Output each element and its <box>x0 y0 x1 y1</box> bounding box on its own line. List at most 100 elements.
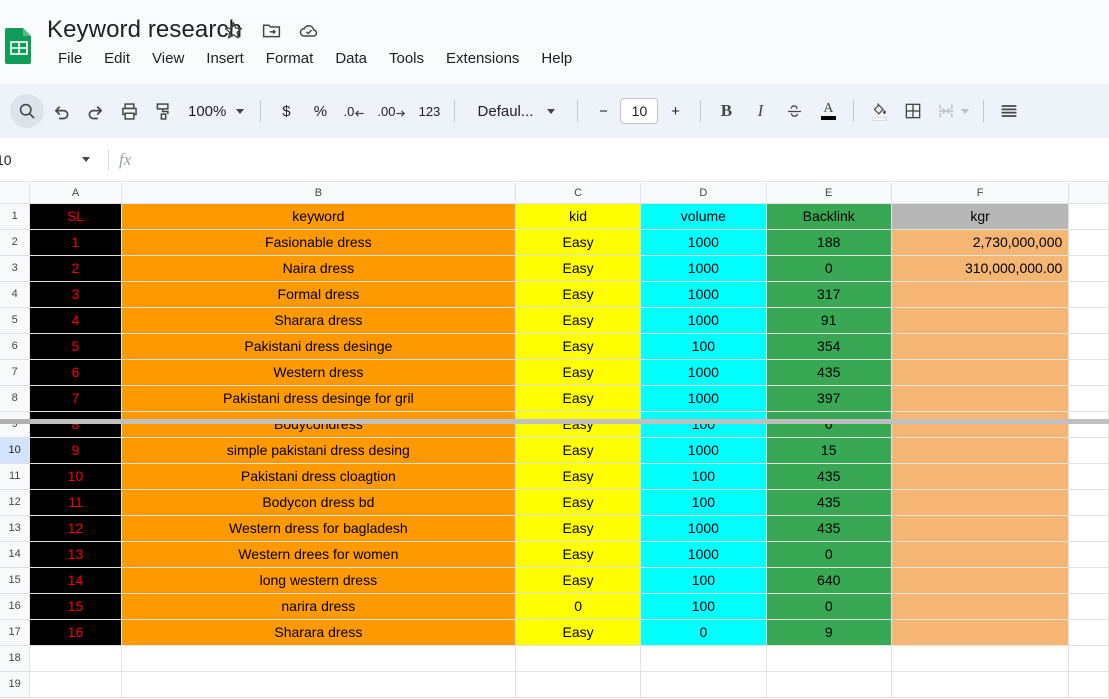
row-header-2[interactable]: 2 <box>0 228 31 256</box>
header-cell-backlink[interactable]: Backlink <box>765 202 892 230</box>
cell-g[interactable] <box>1068 280 1109 308</box>
cell-empty[interactable] <box>640 644 767 672</box>
cell-sl[interactable]: 13 <box>29 540 122 568</box>
cloud-saved-icon[interactable] <box>298 19 320 41</box>
cell-sl[interactable]: 9 <box>29 436 122 464</box>
cell-backlink[interactable]: 354 <box>765 332 892 360</box>
cell-kgr[interactable] <box>890 436 1070 464</box>
header-cell-keyword[interactable]: keyword <box>120 202 517 230</box>
cell-volume[interactable]: 100 <box>640 410 767 438</box>
cell-volume[interactable]: 1000 <box>640 384 767 412</box>
cell-kid[interactable]: Easy <box>514 410 642 438</box>
row-header-13[interactable]: 13 <box>0 514 31 542</box>
search-icon[interactable] <box>10 94 44 128</box>
cell-g[interactable] <box>1068 358 1109 386</box>
cell-volume[interactable]: 1000 <box>640 436 767 464</box>
cell-g[interactable] <box>1068 254 1109 282</box>
cell-empty[interactable] <box>890 644 1070 672</box>
cell-keyword[interactable]: Pakistani dress cloagtion <box>120 462 517 490</box>
row-header-1[interactable]: 1 <box>0 202 31 230</box>
cell-sl[interactable]: 14 <box>29 566 122 594</box>
row-header-17[interactable]: 17 <box>0 618 31 646</box>
cell-volume[interactable]: 1000 <box>640 254 767 282</box>
header-cell-kid[interactable]: kid <box>514 202 642 230</box>
spreadsheet-grid[interactable]: A B C D E F 1 SL keyword kid volume Backlink k… <box>0 183 1109 699</box>
cell-keyword[interactable]: Pakistani dress desinge for gril <box>120 384 517 412</box>
cell-keyword[interactable]: Western dress <box>120 358 517 386</box>
star-icon[interactable] <box>222 19 244 41</box>
cell-g[interactable] <box>1068 228 1109 256</box>
cell-kid[interactable]: Easy <box>514 358 642 386</box>
column-header-d[interactable]: D <box>640 183 767 204</box>
cell-volume[interactable]: 100 <box>640 488 767 516</box>
cell-sl[interactable]: 10 <box>29 462 122 490</box>
menu-edit[interactable]: Edit <box>93 47 141 70</box>
italic-button[interactable]: I <box>743 94 777 128</box>
cell-g[interactable] <box>1068 462 1109 490</box>
cell-kid[interactable]: Easy <box>514 254 642 282</box>
cell-sl[interactable]: 3 <box>29 280 122 308</box>
cell-kgr[interactable] <box>890 384 1070 412</box>
cell-backlink[interactable]: 0 <box>765 410 892 438</box>
cell-kgr[interactable] <box>890 306 1070 334</box>
cell-kid[interactable]: Easy <box>514 488 642 516</box>
print-icon[interactable] <box>112 94 146 128</box>
menu-help[interactable]: Help <box>530 47 583 70</box>
cell-sl[interactable]: 8 <box>29 410 122 438</box>
row-header-18[interactable]: 18 <box>0 644 31 672</box>
formula-input[interactable] <box>131 138 1109 182</box>
freeze-handle[interactable] <box>0 419 30 424</box>
horizontal-align-icon[interactable] <box>992 94 1026 128</box>
cell-kgr[interactable] <box>890 592 1070 620</box>
header-cell-volume[interactable]: volume <box>640 202 767 230</box>
menu-view[interactable]: View <box>141 47 195 70</box>
cell-kid[interactable]: Easy <box>514 280 642 308</box>
cell-backlink[interactable]: 15 <box>765 436 892 464</box>
cell-keyword[interactable]: Fasionable dress <box>120 228 517 256</box>
cell-keyword[interactable]: Naira dress <box>120 254 517 282</box>
row-header-15[interactable]: 15 <box>0 566 31 594</box>
merge-cells-icon[interactable] <box>930 94 975 128</box>
cell-sl[interactable]: 16 <box>29 618 122 646</box>
fill-color-icon[interactable] <box>862 94 896 128</box>
menu-format[interactable]: Format <box>255 47 325 70</box>
increase-font-size-button[interactable]: + <box>658 94 692 128</box>
cell-kgr[interactable]: 310,000,000.00 <box>890 254 1070 282</box>
column-header-b[interactable]: B <box>120 183 517 204</box>
more-formats-button[interactable]: 123 <box>412 94 446 128</box>
cell-keyword[interactable]: Bodycondress <box>120 410 517 438</box>
cell-kgr[interactable] <box>890 566 1070 594</box>
row-header-14[interactable]: 14 <box>0 540 31 568</box>
borders-icon[interactable] <box>896 94 930 128</box>
cell-backlink[interactable]: 0 <box>765 254 892 282</box>
row-header-7[interactable]: 7 <box>0 358 31 386</box>
cell-sl[interactable]: 5 <box>29 332 122 360</box>
function-icon[interactable]: fx <box>119 150 131 170</box>
column-header-e[interactable]: E <box>765 183 892 204</box>
increase-decimal-button[interactable]: .00 <box>371 94 412 128</box>
column-header-a[interactable]: A <box>29 183 122 204</box>
cell-kgr[interactable] <box>890 410 1070 438</box>
cell-kid[interactable]: Easy <box>514 332 642 360</box>
cell-g[interactable] <box>1068 540 1109 568</box>
cell-empty[interactable] <box>514 644 642 672</box>
percent-format-button[interactable]: % <box>303 94 337 128</box>
menu-extensions[interactable]: Extensions <box>435 47 530 70</box>
cell-kid[interactable]: Easy <box>514 228 642 256</box>
cell-keyword[interactable]: Western dress for bagladesh <box>120 514 517 542</box>
cell-volume[interactable]: 1000 <box>640 514 767 542</box>
cell-keyword[interactable]: Western drees for women <box>120 540 517 568</box>
cell-empty[interactable] <box>640 670 767 698</box>
cell-empty[interactable] <box>1068 644 1109 672</box>
decrease-font-size-button[interactable]: − <box>586 94 620 128</box>
column-header-f[interactable]: F <box>890 183 1070 204</box>
cell-empty[interactable] <box>765 670 892 698</box>
cell-kid[interactable]: Easy <box>514 384 642 412</box>
cell-backlink[interactable]: 91 <box>765 306 892 334</box>
move-to-folder-icon[interactable] <box>260 19 282 41</box>
cell-empty[interactable] <box>120 644 517 672</box>
cell-kgr[interactable] <box>890 514 1070 542</box>
cell-g[interactable] <box>1068 332 1109 360</box>
name-box[interactable]: 10 <box>0 138 98 182</box>
cell-keyword[interactable]: Bodycon dress bd <box>120 488 517 516</box>
